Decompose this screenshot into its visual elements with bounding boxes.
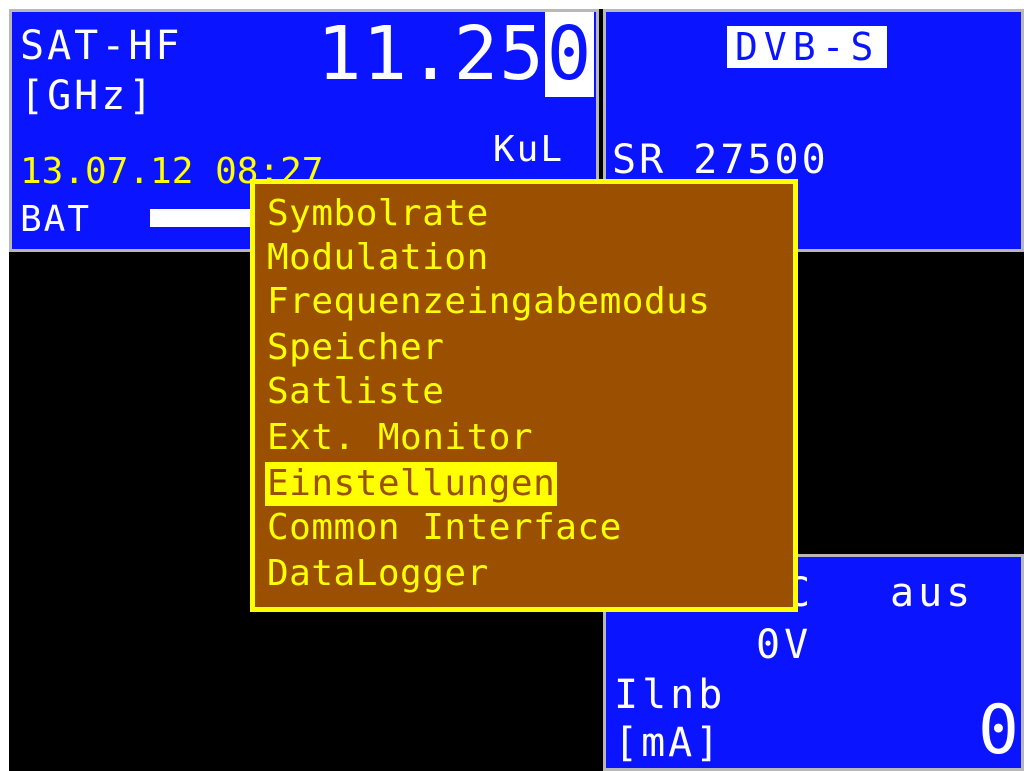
lnb-current-value: 0: [978, 691, 1019, 770]
battery-level-bar: [150, 209, 250, 227]
battery-label: BAT: [20, 199, 92, 240]
symbolrate-display: SR 27500: [612, 137, 829, 183]
menu-item-common-interface[interactable]: Common Interface: [267, 506, 622, 550]
menu-item-ext-monitor[interactable]: Ext. Monitor: [267, 416, 533, 460]
menu-item-symbolrate[interactable]: Symbolrate: [267, 192, 489, 236]
lnb-current-unit: [mA]: [614, 720, 723, 766]
lnb-setting-value: aus: [890, 570, 975, 616]
menu-item-modulation[interactable]: Modulation: [267, 236, 489, 280]
menu-item-memory[interactable]: Speicher: [267, 326, 444, 370]
menu-item-datalogger[interactable]: DataLogger: [267, 552, 489, 596]
frequency-cursor-digit[interactable]: 0: [544, 12, 595, 97]
lnb-voltage: 0V: [756, 622, 813, 668]
frequency-unit: [GHz]: [20, 73, 156, 119]
frequency-label: SAT-HF: [20, 23, 183, 69]
band-indicator: KuL: [493, 129, 565, 170]
menu-item-settings[interactable]: Einstellungen: [265, 462, 558, 506]
frequency-value[interactable]: 11.250: [317, 12, 595, 97]
analyzer-screen: SAT-HF [GHz] 11.250 KuL 13.07.12 08:27 B…: [9, 9, 1024, 771]
menu-item-frequency-input-mode[interactable]: Frequenzeingabemodus: [267, 280, 710, 324]
context-menu[interactable]: Symbolrate Modulation Frequenzeingabemod…: [250, 179, 798, 612]
menu-item-satlist[interactable]: Satliste: [267, 370, 444, 414]
frequency-digits: 11.25: [317, 11, 545, 97]
standard-badge: DVB-S: [727, 26, 888, 68]
lnb-current-label: Ilnb: [614, 672, 727, 718]
